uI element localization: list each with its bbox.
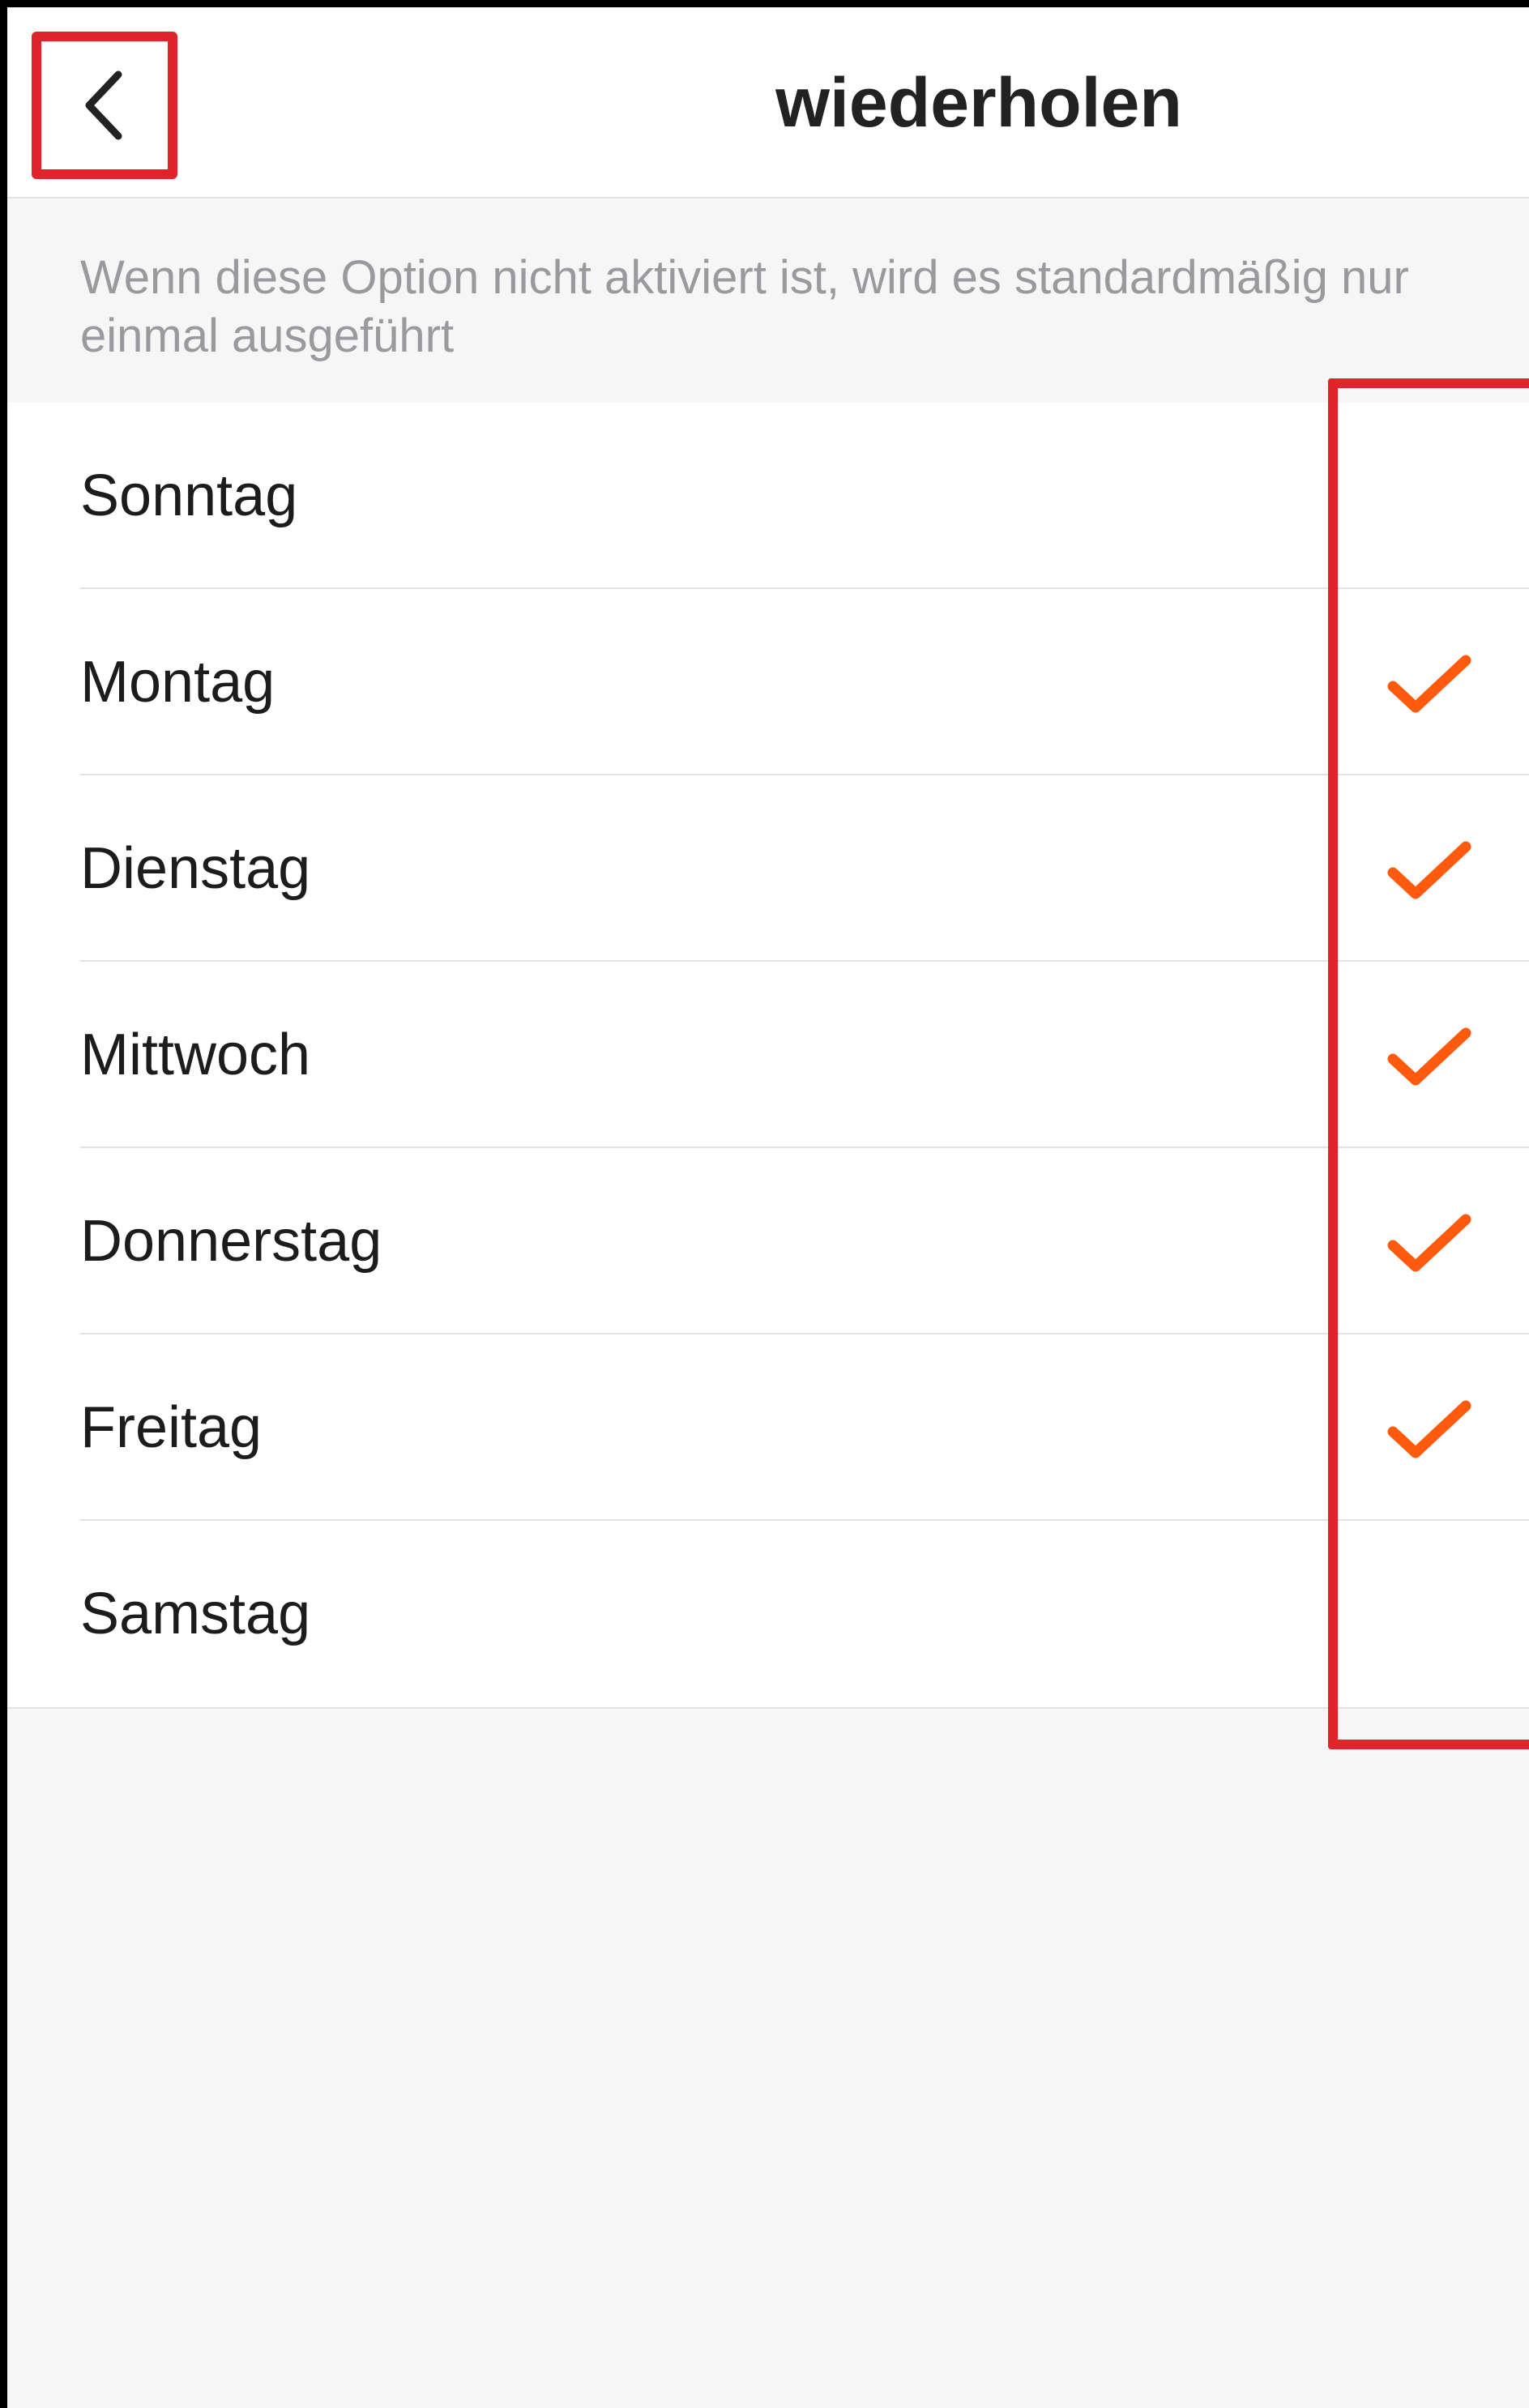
weekday-label: Mittwoch [80, 1023, 311, 1087]
page-title: wiederholen [775, 64, 1182, 142]
weekday-label: Sonntag [80, 463, 298, 528]
checkmark-icon [1387, 1400, 1471, 1458]
repeat-hint-text: Wenn diese Option nicht aktiviert ist, w… [7, 199, 1529, 403]
weekday-label: Montag [80, 650, 275, 715]
screen: wiederholen Wenn diese Option nicht akti… [0, 0, 1529, 2408]
weekday-list: Sonntag Montag Dienstag Mittwoch Donners… [7, 403, 1529, 1709]
weekday-row-donnerstag[interactable]: Donnerstag [7, 1148, 1529, 1334]
weekday-row-sonntag[interactable]: Sonntag [7, 403, 1529, 589]
weekday-label: Dienstag [80, 836, 311, 901]
weekday-row-freitag[interactable]: Freitag [7, 1334, 1529, 1521]
top-bar: wiederholen [7, 7, 1529, 199]
checkmark-icon [1387, 655, 1471, 713]
weekday-row-samstag[interactable]: Samstag [7, 1521, 1529, 1707]
weekday-label: Freitag [80, 1395, 263, 1460]
chevron-left-icon [85, 70, 122, 140]
weekday-row-mittwoch[interactable]: Mittwoch [7, 962, 1529, 1148]
checkmark-icon [1387, 841, 1471, 899]
weekday-label: Donnerstag [80, 1209, 382, 1274]
weekday-label: Samstag [80, 1582, 311, 1646]
weekday-row-dienstag[interactable]: Dienstag [7, 775, 1529, 962]
checkmark-icon [1387, 1214, 1471, 1272]
back-button[interactable] [32, 32, 177, 179]
weekday-row-montag[interactable]: Montag [7, 589, 1529, 775]
checkmark-icon [1387, 1027, 1471, 1086]
